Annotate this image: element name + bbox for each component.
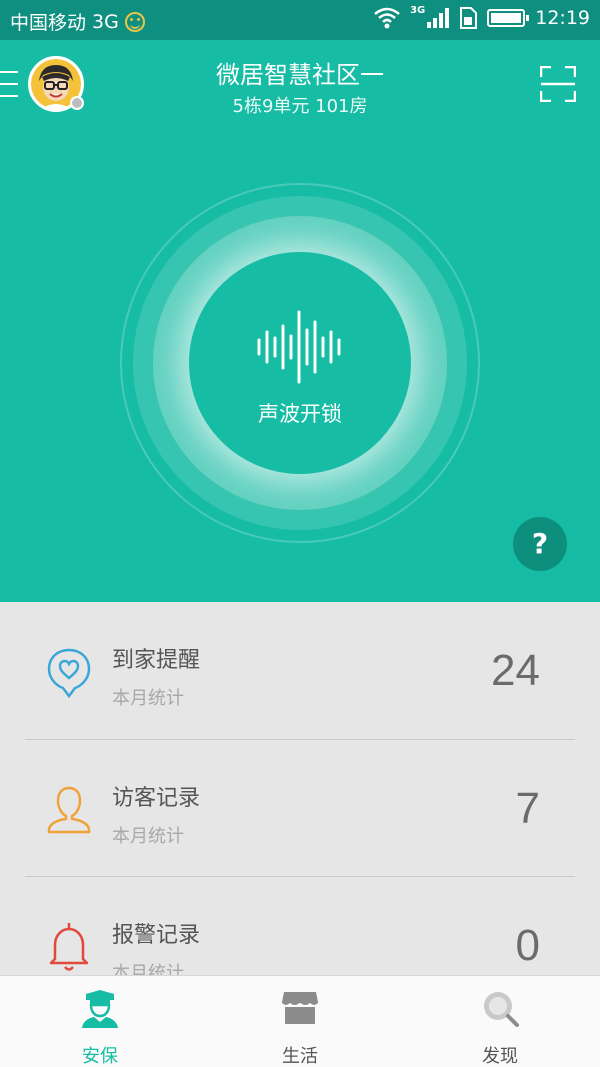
scan-icon[interactable]	[540, 66, 576, 102]
sound-unlock-label: 声波开锁	[258, 402, 342, 426]
heart-location-icon	[47, 648, 91, 698]
status-bar: 中国移动 3G 3G 12:19	[0, 0, 600, 40]
clock: 12:19	[535, 7, 590, 29]
wifi-icon	[374, 7, 400, 29]
bell-icon	[49, 923, 89, 971]
stat-value: 0	[515, 921, 540, 970]
smiley-icon	[124, 11, 145, 32]
community-name[interactable]: 微居智慧社区一	[0, 55, 600, 90]
tab-security[interactable]: 安保	[0, 976, 200, 1067]
tab-label: 安保	[82, 1046, 118, 1067]
stat-subtitle: 本月统计	[112, 963, 184, 975]
stat-title: 访客记录	[112, 786, 201, 811]
bottom-nav: 安保 生活 发现	[0, 975, 600, 1067]
help-button[interactable]: ?	[513, 517, 567, 571]
person-icon	[47, 786, 91, 834]
list-item-visitor-records[interactable]: 访客记录 本月统计 7	[25, 739, 575, 876]
network-3g-badge: 3G	[410, 4, 426, 16]
sound-wave-icon	[257, 310, 341, 384]
signal-icon	[427, 8, 450, 28]
unlock-panel: 微居智慧社区一 5栋9单元 101房 声波开锁 ?	[0, 40, 600, 602]
battery-icon	[487, 9, 530, 27]
list-item-alarm-records[interactable]: 报警记录 本月统计 0	[25, 876, 575, 975]
tab-discover[interactable]: 发现	[400, 976, 600, 1067]
stat-subtitle: 本月统计	[112, 688, 184, 709]
stat-value: 24	[491, 646, 540, 695]
sim-icon	[460, 7, 478, 29]
list-item-home-reminder[interactable]: 到家提醒 本月统计 24	[25, 602, 575, 739]
address-label: 5栋9单元 101房	[232, 96, 368, 117]
carrier-label: 中国移动	[10, 12, 87, 34]
stats-list: 到家提醒 本月统计 24 访客记录 本月统计 7 报警记录 本月统计 0	[0, 602, 600, 975]
discover-search-icon	[484, 992, 519, 1027]
stat-title: 报警记录	[112, 923, 201, 948]
tab-label: 发现	[482, 1046, 518, 1067]
stat-subtitle: 本月统计	[112, 826, 184, 847]
stat-value: 7	[515, 784, 540, 833]
network-type: 3G	[92, 10, 119, 33]
tab-life[interactable]: 生活	[200, 976, 400, 1067]
security-guard-icon	[82, 990, 118, 1028]
store-icon	[281, 992, 319, 1024]
stat-title: 到家提醒	[112, 648, 201, 673]
tab-label: 生活	[282, 1046, 318, 1067]
sound-unlock-button[interactable]: 声波开锁	[189, 252, 411, 474]
